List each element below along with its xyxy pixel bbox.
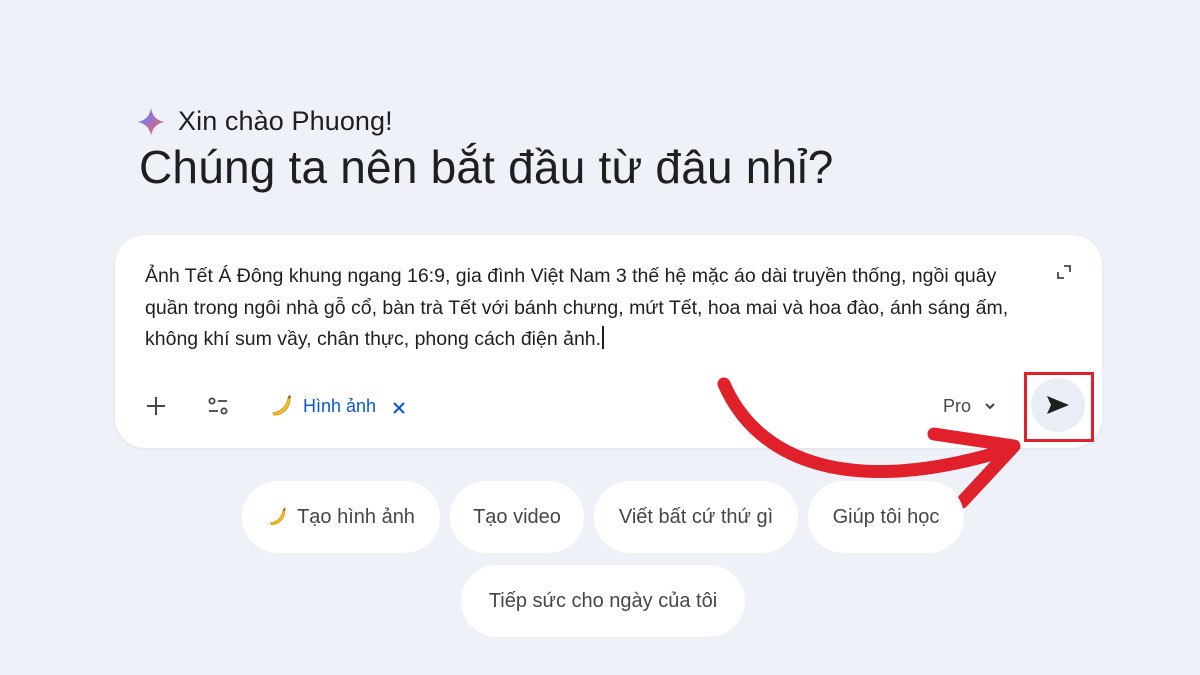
image-tool-label: Hình ảnh (303, 395, 377, 416)
suggestion-label: Viết bất cứ thứ gì (618, 505, 774, 528)
chevron-down-icon (985, 403, 995, 410)
suggestion-label: Tạo hình ảnh (297, 505, 415, 528)
model-label: Pro (943, 395, 972, 416)
plus-icon (147, 397, 165, 415)
gemini-home: Xin chào Phuong! Chúng ta nên bắt đầu từ… (0, 0, 1200, 675)
add-attachment-button[interactable] (143, 393, 169, 419)
image-tool-chip[interactable]: Hình ảnh (269, 391, 406, 421)
expand-icon[interactable] (1055, 263, 1073, 281)
suggestion-label: Giúp tôi học (832, 505, 940, 528)
prompt-composer[interactable]: Ảnh Tết Á Đông khung ngang 16:9, gia đìn… (115, 235, 1102, 448)
suggestion-help-me-learn[interactable]: Giúp tôi học (808, 481, 964, 553)
send-button[interactable] (1031, 378, 1085, 432)
suggestion-label: Tiếp sức cho ngày của tôi (488, 589, 718, 612)
page-title: Chúng ta nên bắt đầu từ đâu nhỉ? (139, 141, 834, 193)
close-chip-icon[interactable] (392, 399, 406, 414)
greeting-text: Xin chào Phuong! (178, 106, 393, 136)
suggestion-create-image[interactable]: Tạo hình ảnh (242, 481, 440, 553)
tools-button[interactable] (205, 393, 231, 419)
suggestion-create-video[interactable]: Tạo video (450, 481, 584, 553)
tune-icon (208, 397, 228, 415)
text-caret (602, 326, 604, 349)
greeting: Xin chào Phuong! (136, 106, 393, 137)
suggestion-label: Tạo video (473, 505, 561, 528)
suggestion-write-anything[interactable]: Viết bất cứ thứ gì (594, 481, 798, 553)
prompt-input[interactable]: Ảnh Tết Á Đông khung ngang 16:9, gia đìn… (145, 261, 1045, 356)
banana-icon (272, 395, 291, 416)
model-selector[interactable]: Pro (943, 391, 997, 421)
suggestion-boost-my-day[interactable]: Tiếp sức cho ngày của tôi (461, 565, 745, 637)
gemini-spark-icon (137, 107, 165, 136)
banana-icon (269, 507, 286, 526)
prompt-input-text: Ảnh Tết Á Đông khung ngang 16:9, gia đìn… (145, 265, 1009, 350)
send-icon (1047, 396, 1069, 414)
